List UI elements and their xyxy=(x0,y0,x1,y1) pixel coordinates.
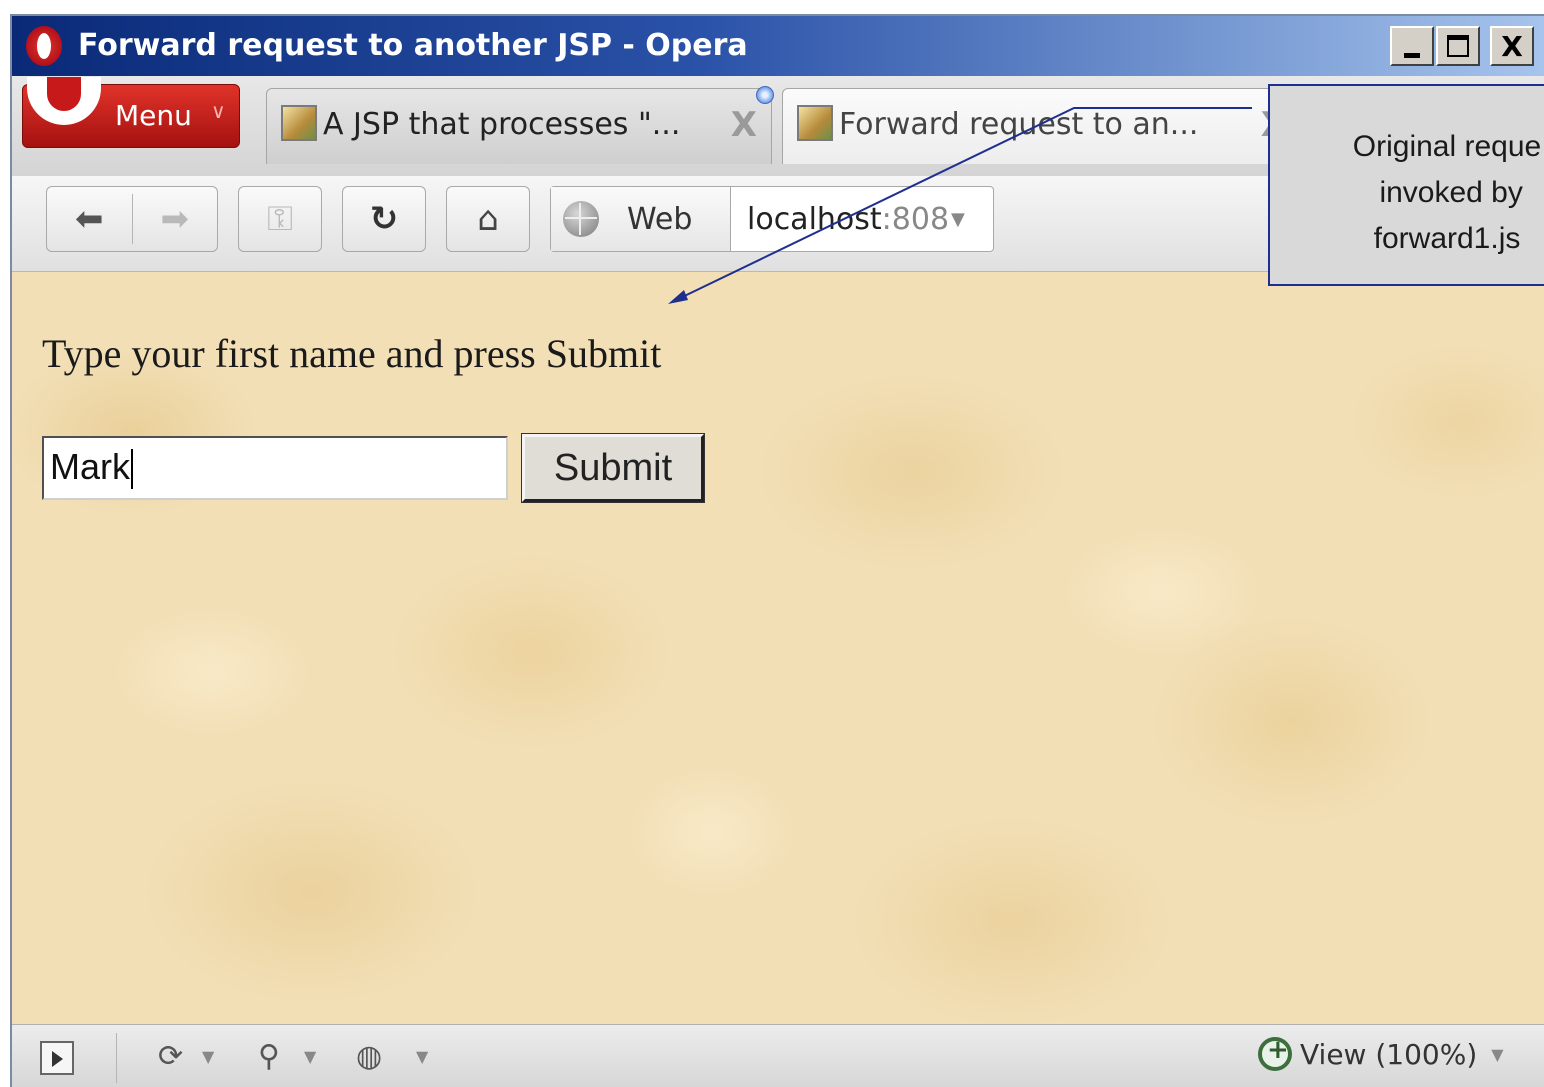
text-caret xyxy=(131,449,133,490)
zoom-control[interactable]: View (100%) ▼ xyxy=(1258,1035,1504,1071)
opera-menu-button[interactable]: Menu ∨ xyxy=(22,77,240,148)
forward-button[interactable]: ➡ xyxy=(133,187,218,251)
key-icon: ⚿ xyxy=(267,199,293,239)
new-tab-indicator-icon xyxy=(756,86,774,104)
close-window-button[interactable]: X xyxy=(1490,26,1534,66)
tab-forward-request[interactable]: Forward request to an... X xyxy=(782,88,1302,164)
minimize-icon xyxy=(1404,52,1420,58)
opera-o-icon xyxy=(27,77,101,125)
globe-icon xyxy=(563,201,599,237)
reload-button-group: ↻ xyxy=(342,186,426,252)
first-name-input[interactable]: Mark xyxy=(42,436,508,500)
speed-dial-icon[interactable]: ◍ xyxy=(356,1039,382,1074)
home-button[interactable]: ⌂ xyxy=(447,187,529,251)
opera-logo-icon xyxy=(26,26,62,66)
security-key-button[interactable]: ⚿ xyxy=(239,187,321,251)
chevron-down-icon[interactable]: ▼ xyxy=(416,1047,428,1066)
minimize-button[interactable] xyxy=(1390,26,1434,66)
annotation-text: Original reque invoked by forward1.js xyxy=(1352,130,1542,255)
page-prompt: Type your first name and press Submit xyxy=(42,331,662,376)
tab-label: A JSP that processes "... xyxy=(323,107,681,142)
first-name-value: Mark xyxy=(50,446,130,487)
page-favicon-icon xyxy=(797,105,833,141)
panel-toggle-button[interactable] xyxy=(40,1041,74,1075)
key-button-group: ⚿ xyxy=(238,186,322,252)
tab-jsp-processes[interactable]: A JSP that processes "... X xyxy=(266,88,772,164)
back-forward-group: ⬅ ➡ xyxy=(46,186,218,252)
zoom-in-icon xyxy=(1258,1035,1292,1071)
chevron-down-icon: ▼ xyxy=(1491,1044,1504,1064)
address-bar[interactable]: Web localhost:808( ▼ xyxy=(550,186,994,252)
back-arrow-icon: ⬅ xyxy=(75,199,104,239)
tab-label: Forward request to an... xyxy=(839,107,1199,142)
reload-button[interactable]: ↻ xyxy=(343,187,425,251)
search-engine-label: Web xyxy=(627,201,693,237)
chevron-down-icon[interactable]: ▼ xyxy=(304,1047,316,1066)
chevron-down-icon[interactable]: ▼ xyxy=(202,1047,214,1066)
tab-close-icon[interactable]: X xyxy=(731,105,757,145)
forward-arrow-icon: ➡ xyxy=(160,199,190,239)
maximize-icon xyxy=(1447,35,1469,57)
url-port: :808( xyxy=(881,201,947,237)
annotation-callout: Original reque invoked by forward1.js xyxy=(1268,84,1544,286)
submit-button[interactable]: Submit xyxy=(521,433,705,503)
page-favicon-icon xyxy=(281,105,317,141)
divider xyxy=(116,1033,117,1083)
home-button-group: ⌂ xyxy=(446,186,530,252)
sync-icon[interactable]: ⟳ xyxy=(158,1039,183,1074)
menu-label: Menu xyxy=(115,99,192,132)
status-bar: ⟳ ▼ ⚲ ▼ ◍ ▼ View (100%) ▼ xyxy=(12,1024,1544,1087)
maximize-button[interactable] xyxy=(1436,26,1480,66)
title-bar[interactable]: Forward request to another JSP - Opera X xyxy=(12,16,1544,76)
back-button[interactable]: ⬅ xyxy=(47,187,132,251)
chevron-down-icon: ∨ xyxy=(211,99,226,123)
url-field[interactable]: localhost:808( xyxy=(747,202,947,237)
network-icon[interactable]: ⚲ xyxy=(258,1039,280,1074)
reload-icon: ↻ xyxy=(369,199,399,239)
url-host: localhost xyxy=(747,201,882,237)
zoom-label: View (100%) xyxy=(1300,1037,1478,1071)
window-title: Forward request to another JSP - Opera xyxy=(78,28,748,63)
home-icon: ⌂ xyxy=(477,199,499,239)
url-dropdown-icon[interactable]: ▼ xyxy=(951,209,965,230)
page-content: Type your first name and press Submit Ma… xyxy=(12,272,1544,1024)
search-engine-selector[interactable]: Web xyxy=(551,187,731,251)
